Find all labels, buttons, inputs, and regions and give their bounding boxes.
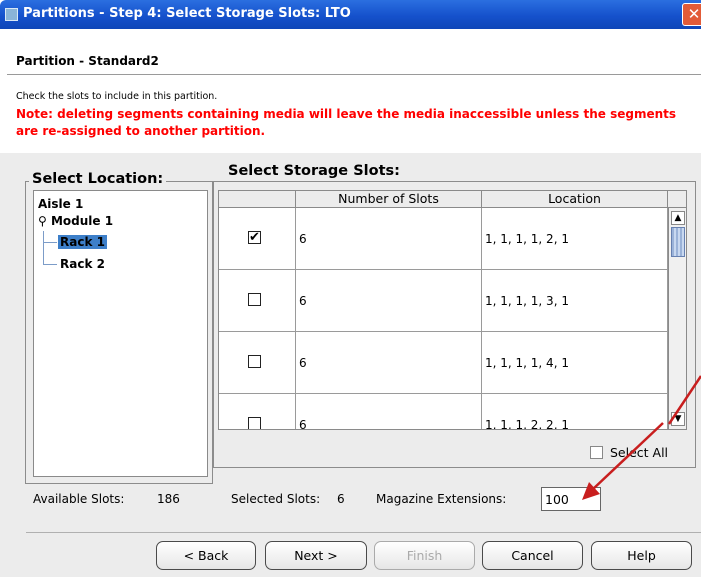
column-header-location[interactable]: Location: [482, 191, 668, 208]
selected-slots-label: Selected Slots:: [231, 492, 321, 506]
scroll-thumb[interactable]: [671, 227, 685, 257]
tree-connector-rack-2: [43, 264, 57, 265]
row-checkbox[interactable]: [248, 417, 261, 429]
tree-aisle[interactable]: Aisle 1: [38, 197, 83, 211]
tree-rack-1[interactable]: Rack 1: [58, 235, 107, 249]
back-button[interactable]: < Back: [156, 541, 256, 570]
tree-module: Module 1: [50, 214, 114, 228]
tree-node-icon: ⚲: [38, 214, 47, 228]
header-divider: [7, 74, 701, 75]
row-checkbox[interactable]: [248, 355, 261, 368]
location-tree[interactable]: Aisle 1 ⚲ Module 1 Rack 1 Rack 2: [33, 190, 208, 477]
table-row[interactable]: ✔ 6 1, 1, 1, 1, 2, 1: [219, 208, 668, 270]
partition-title: Partition - Standard2: [16, 54, 159, 68]
column-header-check: [219, 191, 296, 208]
help-button[interactable]: Help: [591, 541, 692, 570]
scroll-down-icon[interactable]: ▼: [671, 412, 685, 426]
magazine-extensions-input[interactable]: [541, 487, 601, 511]
slots-group-label: Select Storage Slots:: [225, 163, 403, 179]
slots-cell: 6: [296, 394, 482, 430]
location-cell: 1, 1, 1, 1, 3, 1: [482, 270, 668, 331]
instruction-text: Check the slots to include in this parti…: [16, 91, 218, 102]
selected-slots-value: 6: [337, 492, 345, 506]
window-title: Partitions - Step 4: Select Storage Slot…: [23, 6, 351, 21]
tree-connector-rack-1: [43, 242, 57, 243]
available-slots-value: 186: [157, 492, 180, 506]
select-all-label: Select All: [610, 445, 669, 460]
location-cell: 1, 1, 1, 1, 2, 1: [482, 208, 668, 269]
location-group-label: Select Location:: [29, 171, 167, 187]
tree-connector-vertical: [43, 231, 44, 265]
finish-button[interactable]: Finish: [374, 541, 475, 570]
tree-rack-2[interactable]: Rack 2: [60, 257, 105, 271]
slot-location: 1, 1, 1, 1, 3, 1: [485, 294, 569, 308]
check-cell: [219, 270, 296, 331]
tree-module-row[interactable]: ⚲ Module 1: [38, 214, 113, 228]
next-button[interactable]: Next >: [265, 541, 367, 570]
title-bar: Partitions - Step 4: Select Storage Slot…: [0, 0, 701, 29]
column-header-number-of-slots[interactable]: Number of Slots: [296, 191, 482, 208]
available-slots-label: Available Slots:: [33, 492, 125, 506]
table-header: Number of Slots Location: [219, 191, 686, 208]
select-all-box[interactable]: [590, 446, 603, 459]
scroll-up-icon[interactable]: ▲: [671, 211, 685, 225]
slots-table: Number of Slots Location ✔ 6 1, 1, 1, 1,…: [218, 190, 687, 430]
slot-location: 1, 1, 1, 1, 2, 1: [485, 232, 569, 246]
app-icon: [5, 8, 18, 21]
row-checkbox[interactable]: [248, 293, 261, 306]
number-of-slots: 6: [299, 232, 307, 246]
table-row[interactable]: 6 1, 1, 1, 2, 2, 1: [219, 394, 668, 430]
slots-cell: 6: [296, 332, 482, 393]
slots-cell: 6: [296, 270, 482, 331]
slot-location: 1, 1, 1, 2, 2, 1: [485, 418, 569, 430]
table-row[interactable]: 6 1, 1, 1, 1, 3, 1: [219, 270, 668, 332]
number-of-slots: 6: [299, 356, 307, 370]
vertical-scrollbar[interactable]: ▲ ▼: [668, 208, 686, 429]
check-cell: [219, 332, 296, 393]
warning-text: Note: deleting segments containing media…: [16, 107, 677, 138]
location-cell: 1, 1, 1, 1, 4, 1: [482, 332, 668, 393]
table-row[interactable]: 6 1, 1, 1, 1, 4, 1: [219, 332, 668, 394]
button-divider: [26, 532, 701, 533]
cancel-button[interactable]: Cancel: [482, 541, 583, 570]
location-cell: 1, 1, 1, 2, 2, 1: [482, 394, 668, 430]
row-checkbox[interactable]: ✔: [248, 231, 261, 244]
close-button[interactable]: ✕: [682, 3, 701, 26]
number-of-slots: 6: [299, 418, 307, 430]
header-panel: Partition - Standard2 Check the slots to…: [0, 29, 701, 170]
number-of-slots: 6: [299, 294, 307, 308]
slot-location: 1, 1, 1, 1, 4, 1: [485, 356, 569, 370]
check-cell: ✔: [219, 208, 296, 269]
check-cell: [219, 394, 296, 429]
magazine-extensions-label: Magazine Extensions:: [376, 492, 507, 506]
slots-cell: 6: [296, 208, 482, 269]
